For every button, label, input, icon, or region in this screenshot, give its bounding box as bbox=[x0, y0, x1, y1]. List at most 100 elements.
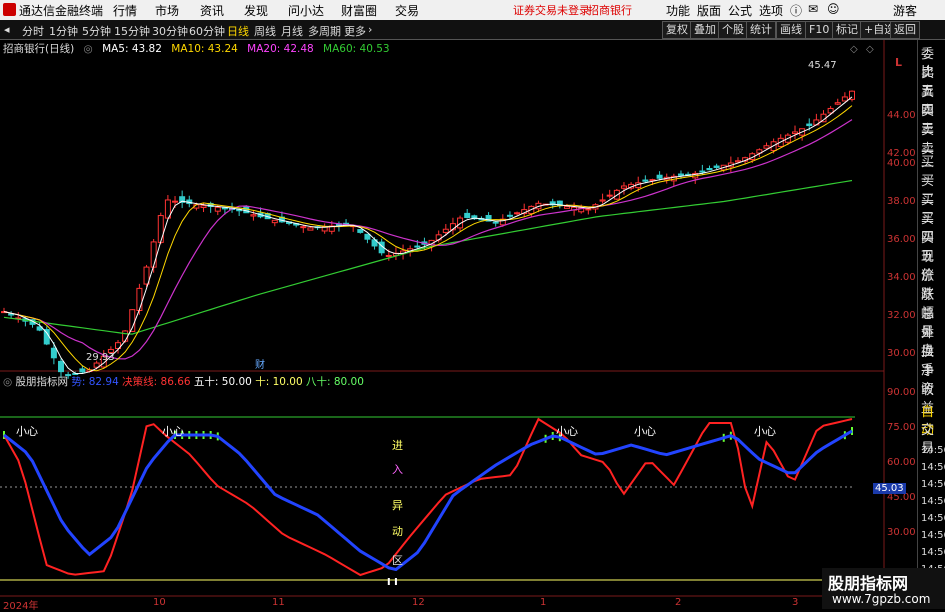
indicator-tick: 90.00 bbox=[887, 387, 916, 398]
chart-corner-label: L bbox=[895, 56, 902, 69]
candle bbox=[585, 208, 592, 211]
time-row: 14:56 bbox=[921, 530, 945, 541]
indicator-tick: 30.00 bbox=[887, 527, 916, 538]
candle bbox=[122, 330, 129, 342]
candle bbox=[79, 368, 86, 373]
indicator-tick: 60.00 bbox=[887, 457, 916, 468]
signal-text-5: 区 bbox=[392, 554, 403, 567]
diamond-icon-2[interactable]: ◇ bbox=[866, 44, 874, 55]
candle bbox=[677, 173, 684, 176]
candle bbox=[699, 170, 706, 173]
candle bbox=[841, 96, 848, 102]
finance-event-marker[interactable]: 财 bbox=[255, 358, 265, 371]
signal-bar bbox=[394, 578, 397, 585]
candle bbox=[136, 287, 143, 312]
signal-text-1: 进 bbox=[392, 439, 403, 452]
quote-sidebar: 委比 卖五 卖四 卖三 卖二 卖一 买一 买二 买三 买四 买五 现价 涨跌 涨… bbox=[917, 40, 945, 609]
time-row: 14:56 bbox=[921, 513, 945, 524]
candle bbox=[642, 179, 649, 182]
price-tick: 36.00 bbox=[887, 234, 916, 245]
x-tick: 3 bbox=[792, 597, 799, 608]
time-row: 14:56 bbox=[921, 462, 945, 473]
price-tick: 34.00 bbox=[887, 272, 916, 283]
candle bbox=[713, 165, 720, 168]
eighty-value: 八十: 80.00 bbox=[305, 376, 364, 388]
time-row: 14:56 bbox=[921, 479, 945, 490]
price-tick: 30.00 bbox=[887, 348, 916, 359]
caution-label: 小心 bbox=[634, 425, 656, 438]
candle bbox=[221, 207, 228, 210]
diamond-icon[interactable]: ◇ bbox=[850, 44, 858, 55]
fifty-value: 五十: 50.00 bbox=[193, 376, 252, 388]
time-row: 14:56 bbox=[921, 496, 945, 507]
candle bbox=[706, 168, 713, 171]
watermark-title: 股朋指标网 bbox=[828, 574, 909, 593]
candle bbox=[806, 123, 813, 127]
candle bbox=[506, 214, 513, 217]
candle bbox=[307, 227, 314, 231]
indicator-title: 股朋指标网 bbox=[15, 376, 69, 388]
price-tick: 44.00 bbox=[887, 110, 916, 121]
candle bbox=[620, 185, 627, 189]
x-tick: 1 bbox=[540, 597, 547, 608]
signal-text-2: 入 bbox=[392, 463, 403, 476]
candle bbox=[150, 241, 157, 268]
candle bbox=[514, 212, 521, 215]
x-tick: 2024年 bbox=[3, 601, 39, 612]
decision-value: 决策线: 86.66 bbox=[122, 376, 191, 388]
x-tick: 2 bbox=[675, 597, 682, 608]
candle bbox=[791, 131, 798, 135]
signal-text-3: 异 bbox=[392, 499, 403, 512]
candle bbox=[271, 219, 278, 224]
x-tick: 11 bbox=[272, 597, 285, 608]
indicator-legend: ◎ 股朋指标网 势: 82.94 决策线: 86.66 五十: 50.00 十:… bbox=[0, 374, 364, 388]
candle bbox=[250, 214, 257, 217]
candle bbox=[414, 245, 421, 248]
price-tick: 38.00 bbox=[887, 196, 916, 207]
candle bbox=[606, 194, 613, 197]
trend-value: 势: 82.94 bbox=[71, 376, 119, 388]
candle bbox=[734, 160, 741, 163]
candle bbox=[656, 174, 663, 179]
candle bbox=[563, 206, 570, 209]
signal-bar bbox=[387, 578, 390, 585]
price-tick: 32.00 bbox=[887, 310, 916, 321]
candle bbox=[364, 233, 371, 240]
chart-canvas[interactable]: 45.47 29.93 财 ◇ ◇ L bbox=[0, 0, 945, 609]
candle bbox=[357, 229, 364, 233]
caution-label: 小心 bbox=[16, 425, 38, 438]
x-tick: 12 bbox=[412, 597, 425, 608]
candle bbox=[200, 205, 207, 208]
ten-value: 十: 10.00 bbox=[255, 376, 303, 388]
candle bbox=[385, 254, 392, 257]
candle bbox=[442, 228, 449, 233]
high-price-label: 45.47 bbox=[808, 60, 837, 71]
settings-icon[interactable]: ◎ bbox=[3, 376, 12, 388]
candlestick-series bbox=[1, 90, 855, 379]
candle bbox=[763, 145, 770, 149]
candle bbox=[58, 360, 65, 373]
caution-label: 小心 bbox=[754, 425, 776, 438]
time-row: 14:56 bbox=[921, 547, 945, 558]
low-price-label: 29.93 bbox=[86, 352, 115, 363]
candle bbox=[157, 215, 164, 243]
watermark-url: www.7gpzb.com bbox=[832, 592, 931, 606]
candle bbox=[172, 200, 179, 203]
trend-line bbox=[3, 429, 853, 572]
ma5-line bbox=[3, 96, 853, 375]
candle bbox=[464, 212, 471, 218]
caution-label: 小心 bbox=[556, 425, 578, 438]
candle bbox=[214, 206, 221, 212]
candle bbox=[50, 347, 57, 359]
current-indicator-value: 45.03 bbox=[873, 483, 906, 494]
candle bbox=[43, 329, 50, 345]
watermark: 股朋指标网 www.7gpzb.com bbox=[822, 568, 945, 609]
candle bbox=[492, 221, 499, 224]
indicator-tick: 75.00 bbox=[887, 422, 916, 433]
candle bbox=[834, 102, 841, 105]
signal-bars bbox=[3, 427, 853, 585]
x-tick: 10 bbox=[153, 597, 166, 608]
caution-label: 小心 bbox=[162, 425, 184, 438]
candle bbox=[599, 199, 606, 202]
time-row: 14:56 bbox=[921, 445, 945, 456]
